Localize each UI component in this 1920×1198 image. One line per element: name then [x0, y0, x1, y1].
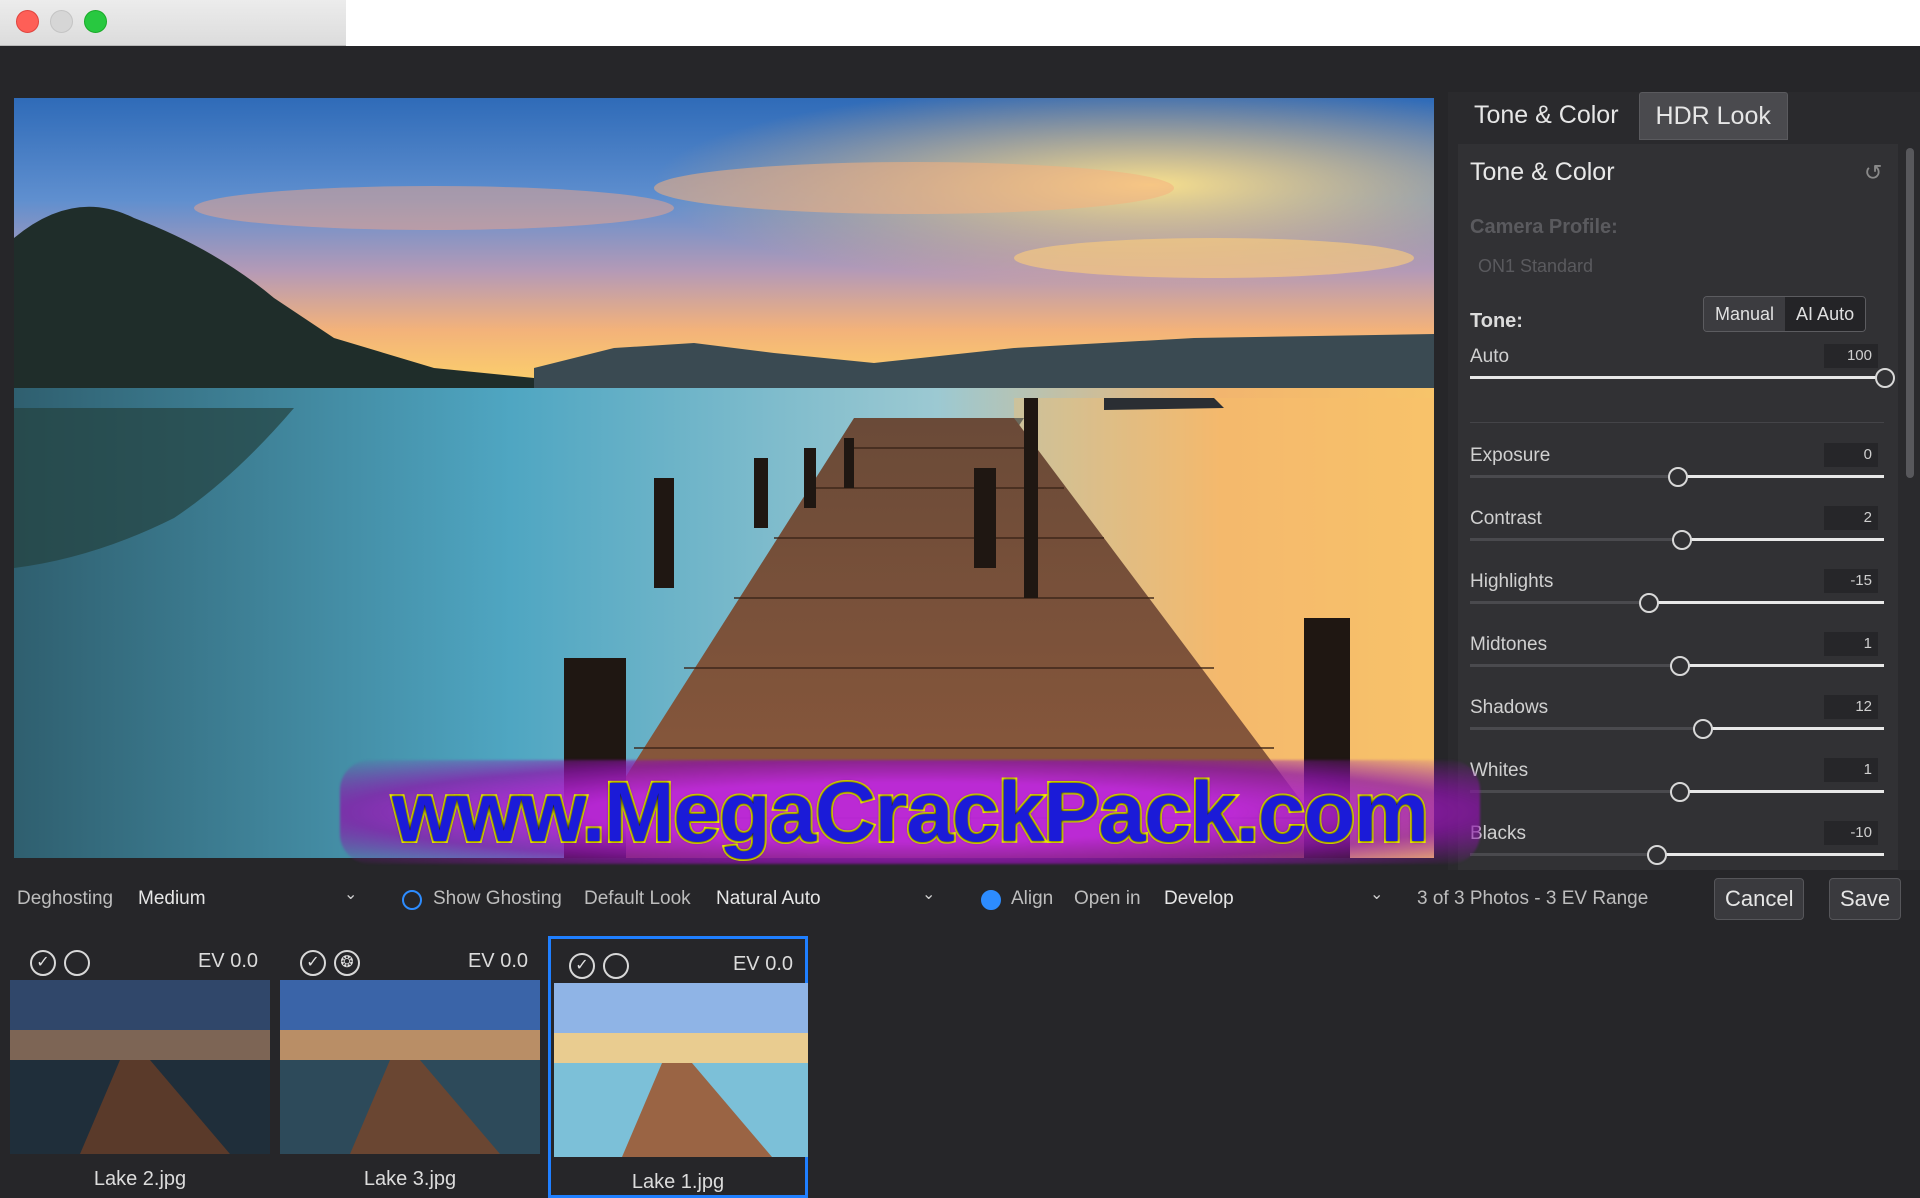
thumbnail-lake-3[interactable]: ✓ ❂ EV 0.0 Lake 3.jpg [280, 936, 540, 1198]
camera-profile-label: Camera Profile: [1470, 216, 1618, 238]
adjustments-panel: Tone & Color HDR Look Tone & Color ↺ Cam… [1448, 92, 1920, 870]
show-ghosting-radio[interactable] [402, 890, 422, 910]
tone-label: Tone: [1470, 310, 1523, 332]
slider-value[interactable]: 2 [1824, 506, 1878, 530]
slider-handle[interactable] [1670, 656, 1690, 676]
slider-handle[interactable] [1668, 467, 1688, 487]
thumbnail-lake-2[interactable]: ✓ EV 0.0 Lake 2.jpg [10, 936, 270, 1198]
slider-whites[interactable]: Whites 1 [1470, 758, 1884, 810]
slider-value[interactable]: 100 [1824, 344, 1878, 368]
sunset-pier-image [14, 98, 1434, 858]
show-ghosting-label[interactable]: Show Ghosting [433, 888, 562, 910]
slider-auto[interactable]: Auto 100 [1470, 344, 1895, 396]
slider-value[interactable]: 1 [1824, 758, 1878, 782]
include-check-icon[interactable]: ✓ [300, 950, 326, 976]
slider-value[interactable]: -15 [1824, 569, 1878, 593]
slider-handle[interactable] [1670, 782, 1690, 802]
window-minimize-button[interactable] [50, 10, 73, 33]
slider-value[interactable]: 12 [1824, 695, 1878, 719]
hdr-merge-window: Tone & Color HDR Look Tone & Color ↺ Cam… [0, 46, 1920, 1198]
photo-summary: 3 of 3 Photos - 3 EV Range [1417, 888, 1649, 909]
slider-label: Exposure [1470, 445, 1551, 466]
thumbnail-name: Lake 2.jpg [93, 1168, 187, 1190]
tab-tone-color[interactable]: Tone & Color [1458, 92, 1635, 138]
thumbnail-ev: EV 0.0 [467, 950, 528, 972]
slider-blacks[interactable]: Blacks -10 [1470, 821, 1884, 873]
slider-handle[interactable] [1875, 368, 1895, 388]
align-label[interactable]: Align [1011, 888, 1053, 910]
base-image-circle-icon[interactable] [603, 953, 629, 979]
slider-handle[interactable] [1647, 845, 1667, 865]
titlebar-control-area [0, 0, 346, 46]
slider-handle[interactable] [1639, 593, 1659, 613]
slider-value[interactable]: 1 [1824, 632, 1878, 656]
slider-handle[interactable] [1672, 530, 1692, 550]
open-in-select[interactable]: Develop [1164, 888, 1234, 910]
align-radio[interactable] [981, 890, 1001, 910]
slider-midtones[interactable]: Midtones 1 [1470, 632, 1884, 684]
open-in-label: Open in [1074, 888, 1141, 909]
slider-label: Auto [1470, 346, 1510, 367]
camera-profile-select: ON1 Standard [1478, 256, 1594, 276]
chevron-down-icon[interactable]: ⌄ [344, 884, 358, 903]
slider-value[interactable]: -10 [1824, 821, 1878, 845]
thumbnail-image [10, 980, 270, 1154]
tab-hdr-look[interactable]: HDR Look [1638, 92, 1788, 140]
thumbnail-name: Lake 3.jpg [363, 1168, 457, 1190]
deghosting-label: Deghosting [17, 888, 114, 909]
thumbnail-image [554, 983, 808, 1157]
slider-exposure[interactable]: Exposure 0 [1470, 443, 1884, 495]
tone-mode-toggle: Manual AI Auto [1703, 296, 1867, 332]
aperture-icon[interactable]: ❂ [334, 950, 360, 976]
photo-preview[interactable] [14, 98, 1434, 858]
include-check-icon[interactable]: ✓ [30, 950, 56, 976]
slider-label: Midtones [1470, 634, 1548, 655]
chevron-down-icon[interactable]: ⌄ [922, 884, 936, 903]
default-look-select[interactable]: Natural Auto [716, 888, 821, 910]
window-maximize-button[interactable] [84, 10, 107, 33]
section-title: Tone & Color [1470, 158, 1615, 186]
save-button[interactable]: Save [1829, 878, 1902, 920]
window-close-button[interactable] [16, 10, 39, 33]
include-check-icon[interactable]: ✓ [569, 953, 595, 979]
thumbnail-name: Lake 1.jpg [631, 1171, 725, 1193]
thumbnail-ev: EV 0.0 [197, 950, 258, 972]
slider-handle[interactable] [1693, 719, 1713, 739]
slider-label: Highlights [1470, 571, 1554, 592]
thumbnail-image [280, 980, 540, 1154]
reset-icon[interactable]: ↺ [1864, 162, 1886, 184]
panel-scrollbar[interactable] [1906, 148, 1914, 478]
default-look-label: Default Look [584, 888, 691, 909]
tone-mode-manual[interactable]: Manual [1704, 297, 1786, 331]
slider-value[interactable]: 0 [1824, 443, 1878, 467]
slider-contrast[interactable]: Contrast 2 [1470, 506, 1884, 558]
deghosting-select[interactable]: Medium [138, 888, 206, 910]
merge-options-bar: Deghosting Medium ⌄ Show Ghosting Defaul… [0, 870, 1920, 928]
thumbnail-lake-1[interactable]: ✓ EV 0.0 Lake 1.jpg [548, 936, 808, 1198]
slider-highlights[interactable]: Highlights -15 [1470, 569, 1884, 621]
slider-label: Shadows [1470, 697, 1549, 718]
chevron-down-icon[interactable]: ⌄ [1370, 884, 1384, 903]
watermark-overlay: www.MegaCrackPack.com [340, 752, 1480, 872]
panel-tabs: Tone & Color HDR Look [1458, 92, 1788, 140]
base-image-circle-icon[interactable] [64, 950, 90, 976]
divider [1470, 422, 1884, 423]
thumbnail-ev: EV 0.0 [732, 953, 793, 975]
slider-label: Contrast [1470, 508, 1542, 529]
window-titlebar [0, 0, 1920, 46]
cancel-button[interactable]: Cancel [1714, 878, 1805, 920]
watermark-text: www.MegaCrackPack.com [390, 763, 1431, 861]
tone-mode-ai-auto[interactable]: AI Auto [1785, 297, 1866, 331]
tone-color-section: Tone & Color ↺ Camera Profile: ON1 Stand… [1458, 144, 1898, 870]
slider-shadows[interactable]: Shadows 12 [1470, 695, 1884, 747]
